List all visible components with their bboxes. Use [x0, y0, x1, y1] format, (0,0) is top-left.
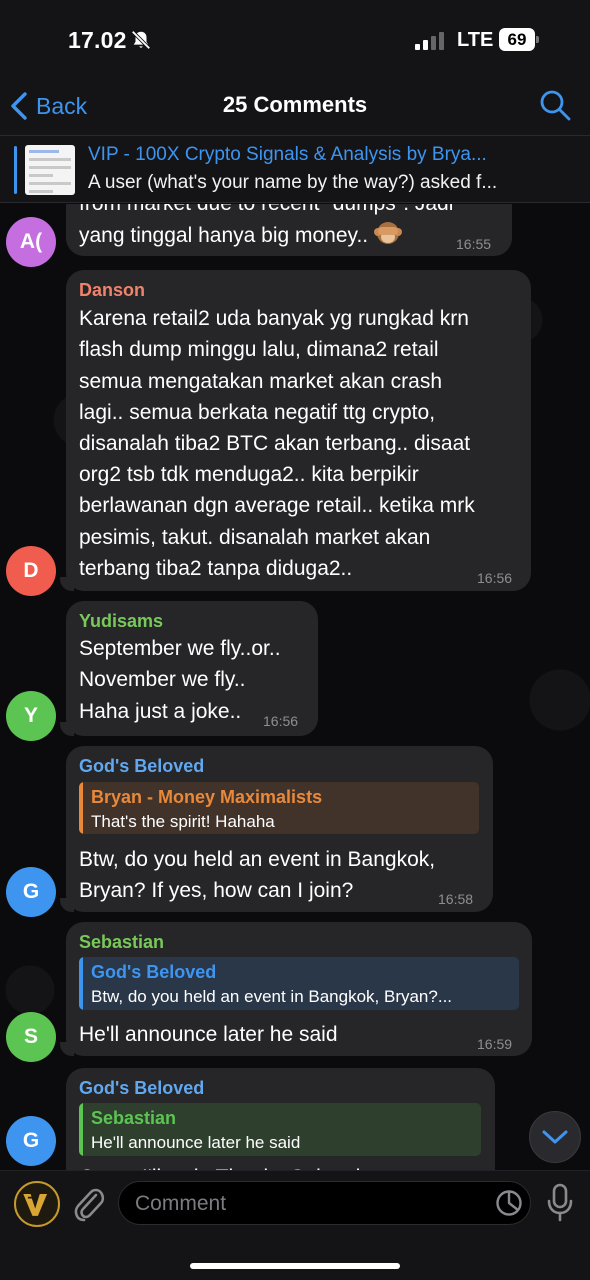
reply-accent-bar — [79, 782, 83, 834]
chevron-down-icon — [542, 1130, 568, 1144]
message-text-line: yang tinggal hanya big money.. — [79, 220, 402, 251]
reply-accent-bar — [79, 1103, 83, 1156]
message-time: 16:58 — [438, 891, 474, 907]
scroll-to-bottom-button[interactable] — [529, 1111, 581, 1163]
reply-text: He'll announce later he said — [91, 1133, 301, 1152]
message-text-line: semua mengatakan market akan crash — [79, 370, 443, 393]
sender-name[interactable]: God's Beloved — [79, 756, 204, 777]
chevron-left-icon — [11, 92, 27, 120]
message-text-line: berlawanan dgn average retail.. ketika m… — [79, 494, 475, 517]
comment-composer — [0, 1170, 590, 1280]
avatar[interactable]: G — [6, 867, 56, 917]
home-indicator — [190, 1263, 400, 1269]
status-bar: 17.02 LTE 69 — [0, 0, 590, 80]
pinned-accent-bar — [14, 146, 17, 194]
avatar[interactable]: D — [6, 546, 56, 596]
message-text-line: November we fly.. — [79, 668, 246, 691]
search-icon[interactable] — [538, 88, 572, 122]
comment-message: Yudisams September we fly..or.. November… — [0, 601, 590, 741]
reply-text: Btw, do you held an event in Bangkok, Br… — [91, 987, 453, 1006]
message-text-line: org2 tsb tdk menduga2.. kita berpikir — [79, 463, 419, 486]
message-text-line: Bryan? If yes, how can I join? — [79, 879, 354, 902]
comment-message: Danson Karena retail2 uda banyak yg rung… — [0, 270, 590, 596]
battery-indicator: 69 — [499, 28, 539, 51]
bubble-tail — [60, 898, 74, 912]
message-text-line: September we fly..or.. — [79, 637, 281, 660]
message-time: 16:55 — [456, 236, 492, 252]
message-text-line: Karena retail2 uda banyak yg rungkad krn — [79, 307, 469, 330]
comments-list[interactable]: from market due to recent "dumps". Jadi … — [0, 204, 590, 1170]
message-text-line: He'll announce later he said — [79, 1023, 338, 1046]
message-text-line: pesimis, takut. disanalah market akan — [79, 526, 431, 549]
reply-accent-bar — [79, 957, 83, 1010]
sender-name[interactable]: God's Beloved — [79, 1078, 204, 1099]
pinned-post-preview: A user (what's your name by the way?) as… — [88, 172, 498, 193]
network-label: LTE — [457, 29, 494, 51]
pinned-post-title: VIP - 100X Crypto Signals & Analysis by … — [88, 144, 487, 165]
message-text-line: Haha just a joke.. — [79, 700, 242, 723]
reply-author: Sebastian — [91, 1108, 177, 1128]
message-text-line: terbang tiba2 tanpa diduga2.. — [79, 557, 353, 580]
bubble-tail — [60, 722, 74, 736]
battery-tip — [536, 36, 539, 43]
see-no-evil-monkey-icon — [373, 222, 402, 244]
bell-slash-icon — [131, 30, 151, 50]
reply-author: God's Beloved — [91, 962, 217, 982]
pinned-channel-post[interactable]: VIP - 100X Crypto Signals & Analysis by … — [0, 135, 590, 203]
avatar[interactable]: G — [6, 1116, 56, 1166]
avatar[interactable]: S — [6, 1012, 56, 1062]
reply-text: That's the spirit! Hahaha — [91, 812, 275, 831]
page-title: 25 Comments — [222, 92, 368, 117]
reply-quote[interactable]: Sebastian He'll announce later he said — [79, 1103, 481, 1156]
bot-logo-icon[interactable] — [14, 1181, 60, 1227]
navigation-bar: Back 25 Comments — [0, 80, 590, 135]
avatar[interactable]: A( — [6, 217, 56, 267]
avatar[interactable]: Y — [6, 691, 56, 741]
reply-quote[interactable]: Bryan - Money Maximalists That's the spi… — [79, 782, 479, 834]
battery-level: 69 — [499, 28, 535, 51]
message-time: 16:59 — [477, 1036, 513, 1052]
comment-field[interactable] — [118, 1181, 531, 1225]
bubble-tail — [60, 577, 74, 591]
message-text: yang tinggal hanya big money.. — [79, 224, 369, 247]
sender-name[interactable]: Yudisams — [79, 611, 163, 632]
comment-message: Sebastian God's Beloved Btw, do you held… — [0, 922, 590, 1062]
message-text-line: disanalah tiba2 BTC akan terbang.. disaa… — [79, 432, 471, 455]
message-text-line: from market due to recent "dumps". Jadi — [79, 204, 453, 219]
comment-input[interactable] — [135, 1189, 485, 1219]
sticker-icon[interactable] — [495, 1189, 523, 1217]
microphone-icon[interactable] — [546, 1183, 574, 1223]
pinned-post-thumbnail — [25, 145, 75, 195]
message-text-line: Btw, do you held an event in Bangkok, — [79, 848, 436, 871]
sender-name[interactable]: Danson — [79, 280, 145, 301]
comment-message: God's Beloved Sebastian He'll announce l… — [0, 1068, 590, 1170]
back-button[interactable]: Back — [10, 88, 87, 124]
comment-message: from market due to recent "dumps". Jadi … — [0, 204, 590, 270]
message-text-line: Oooo, I'll wait. Thanks Sebastian — [79, 1162, 384, 1170]
message-text-line: flash dump minggu lalu, dimana2 retail — [79, 338, 439, 361]
comment-message: God's Beloved Bryan - Money Maximalists … — [0, 746, 590, 917]
sender-name[interactable]: Sebastian — [79, 932, 164, 953]
status-time: 17.02 — [68, 27, 127, 53]
reply-author: Bryan - Money Maximalists — [91, 787, 323, 807]
bubble-tail — [60, 1042, 74, 1056]
message-time: 16:56 — [263, 713, 299, 729]
message-time: 16:56 — [477, 570, 513, 586]
message-text-line: lagi.. semua berkata negatif ttg crypto, — [79, 401, 436, 424]
reply-quote[interactable]: God's Beloved Btw, do you held an event … — [79, 957, 519, 1010]
back-label: Back — [36, 92, 88, 119]
signal-icon — [415, 32, 444, 50]
paperclip-icon[interactable] — [72, 1185, 106, 1223]
